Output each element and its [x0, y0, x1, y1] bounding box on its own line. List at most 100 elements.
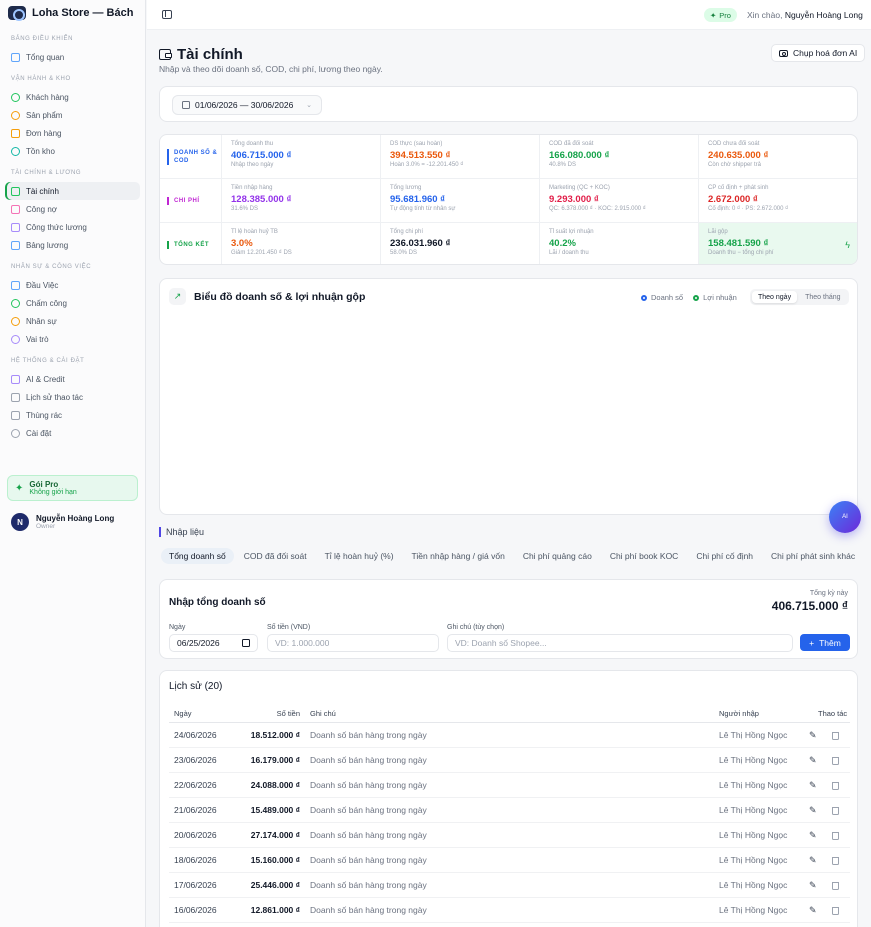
- toggle-by-month[interactable]: Theo tháng: [799, 291, 846, 303]
- summary-cell: Tổng doanh thu 406.715.000 ₫ Nhập theo ngà…: [222, 135, 381, 178]
- sidebar-item-tasks[interactable]: Đầu Việc: [5, 276, 140, 294]
- table-row: 20/06/2026 27.174.000 ₫ Doanh số bán hàn…: [169, 823, 850, 848]
- delete-icon[interactable]: [832, 832, 839, 840]
- summary-cell-value: 3.0%: [231, 238, 253, 249]
- sidebar-item-salary-formula[interactable]: Công thức lương: [5, 218, 140, 236]
- sidebar-item-products[interactable]: Sản phẩm: [5, 106, 140, 124]
- calendar-icon[interactable]: [242, 639, 250, 647]
- summary-cell-value: 9.293.000 ₫: [549, 194, 599, 205]
- edit-icon[interactable]: ✎: [809, 798, 817, 823]
- summary-row-label-text: Tổng kết: [167, 240, 209, 249]
- delete-icon[interactable]: [832, 807, 839, 815]
- sidebar-item-orders[interactable]: Đơn hàng: [5, 124, 140, 142]
- tab-other-cost[interactable]: Chi phí phát sinh khác: [763, 548, 863, 564]
- entry-tabs: Tổng doanh số COD đã đối soát Tỉ lệ hoàn…: [161, 548, 863, 564]
- brand[interactable]: Loha Store — Bách hóa ...: [0, 0, 145, 26]
- ai-assistant-fab[interactable]: AI: [829, 501, 861, 533]
- date-field[interactable]: 06/25/2026: [169, 634, 258, 652]
- summary-cell-value: 95.681.960 ₫: [390, 194, 446, 205]
- date-range-picker[interactable]: 01/06/2026 — 30/06/2026 ⌄: [172, 95, 322, 115]
- row-amount: 18.512.000 ₫: [250, 730, 300, 740]
- pro-plan-card[interactable]: ✦ Gói Pro Không giới hạn: [7, 475, 138, 501]
- tab-total-revenue[interactable]: Tổng doanh số: [161, 548, 234, 564]
- column-header-date: Ngày: [174, 709, 192, 718]
- legend-item-profit[interactable]: Lợi nhuận: [693, 293, 737, 302]
- calendar-icon: [182, 101, 190, 109]
- delete-icon[interactable]: [832, 882, 839, 890]
- sidebar-item-label: Đơn hàng: [26, 128, 62, 138]
- sidebar-item-overview[interactable]: Tổng quan: [5, 48, 140, 66]
- tab-fixed-cost[interactable]: Chi phí cố định: [688, 548, 761, 564]
- row-date: 23/06/2026: [174, 755, 217, 765]
- delete-icon[interactable]: [832, 782, 839, 790]
- edit-icon[interactable]: ✎: [809, 748, 817, 773]
- sidebar-item-label: Thùng rác: [26, 410, 63, 420]
- table-row: 16/06/2026 12.861.000 ₫ Doanh số bán hàn…: [169, 898, 850, 923]
- row-note: Doanh số bán hàng trong ngày: [310, 905, 427, 915]
- credit-card-icon: [11, 204, 20, 214]
- summary-cell: Marketing (QC + KOC) 9.293.000 ₫ QC: 6.378…: [540, 179, 699, 222]
- clock-icon: [11, 298, 20, 308]
- edit-icon[interactable]: ✎: [809, 898, 817, 923]
- row-user: Lê Thị Hồng Ngọc: [719, 855, 788, 865]
- nav-section-title: Bảng điều khiển: [11, 36, 74, 42]
- edit-icon[interactable]: ✎: [809, 773, 817, 798]
- page-subtitle: Nhập và theo dõi doanh số, COD, chi phí,…: [159, 64, 383, 74]
- summary-cell-note: Nhập theo ngày: [231, 162, 274, 168]
- sidebar-item-settings[interactable]: Cài đặt: [5, 424, 140, 442]
- sidebar-item-finance[interactable]: Tài chính: [5, 182, 140, 200]
- column-header-actions: Thao tác: [818, 709, 848, 718]
- user-card[interactable]: N Nguyễn Hoàng Long Owner: [11, 513, 114, 531]
- amount-input[interactable]: VD: 1.000.000: [267, 634, 439, 652]
- legend-item-revenue[interactable]: Doanh số: [641, 293, 683, 302]
- greeting-username: Nguyễn Hoàng Long: [784, 10, 863, 20]
- delete-icon[interactable]: [832, 907, 839, 915]
- tab-ads-cost[interactable]: Chi phí quảng cáo: [515, 548, 600, 564]
- tab-purchase-cost[interactable]: Tiền nhập hàng / giá vốn: [404, 548, 513, 564]
- summary-cell-label: Tổng chi phí: [390, 229, 424, 235]
- summary-cell-label: DS thực (sau hoàn): [390, 141, 443, 147]
- summary-cell-value: 166.080.000 ₫: [549, 150, 610, 161]
- sidebar-item-history[interactable]: Lịch sử thao tác: [5, 388, 140, 406]
- tab-cod-reconciled[interactable]: COD đã đối soát: [236, 548, 315, 564]
- period-total-value: 406.715.000 ₫: [771, 599, 848, 613]
- tab-koc-cost[interactable]: Chi phí book KOC: [602, 548, 687, 564]
- table-row: 17/06/2026 25.446.000 ₫ Doanh số bán hàn…: [169, 873, 850, 898]
- summary-cell-note: Giảm 12.201.450 ₫ DS: [231, 250, 292, 256]
- edit-icon[interactable]: ✎: [809, 848, 817, 873]
- sidebar-item-attendance[interactable]: Chấm công: [5, 294, 140, 312]
- sidebar-item-payroll[interactable]: Bảng lương: [5, 236, 140, 254]
- edit-icon[interactable]: ✎: [809, 873, 817, 898]
- shopping-bag-icon: [11, 128, 20, 138]
- delete-icon[interactable]: [832, 857, 839, 865]
- sidebar-item-label: Tổng quan: [26, 52, 65, 62]
- chart-card: ↗ Biểu đồ doanh số & lợi nhuận gộp Doanh…: [159, 278, 858, 515]
- summary-row-label: Doanh số & COD: [160, 135, 222, 178]
- sidebar-item-inventory[interactable]: Tồn kho: [5, 142, 140, 160]
- edit-icon[interactable]: ✎: [809, 723, 817, 748]
- edit-icon[interactable]: ✎: [809, 823, 817, 848]
- sidebar-item-customers[interactable]: Khách hàng: [5, 88, 140, 106]
- toggle-by-day[interactable]: Theo ngày: [752, 291, 798, 303]
- greeting: Xin chào, Nguyễn Hoàng Long: [747, 10, 863, 20]
- sidebar-item-debts[interactable]: Công nợ: [5, 200, 140, 218]
- sidebar-item-trash[interactable]: Thùng rác: [5, 406, 140, 424]
- sparkle-icon: ✦: [710, 10, 717, 20]
- note-input[interactable]: VD: Doanh số Shopee...: [447, 634, 793, 652]
- delete-icon[interactable]: [832, 757, 839, 765]
- sidebar-toggle-icon[interactable]: [162, 10, 172, 19]
- row-user: Lê Thị Hồng Ngọc: [719, 905, 788, 915]
- warehouse-icon: [11, 146, 20, 156]
- sidebar-item-ai-credit[interactable]: AI & Credit: [5, 370, 140, 388]
- tab-refund-rate[interactable]: Tỉ lệ hoàn huỷ (%): [317, 548, 402, 564]
- bolt-icon: ϟ: [845, 240, 850, 250]
- pro-badge-label: Pro: [719, 10, 731, 20]
- delete-icon[interactable]: [832, 732, 839, 740]
- sidebar-item-roles[interactable]: Vai trò: [5, 330, 140, 348]
- row-user: Lê Thị Hồng Ngọc: [719, 730, 788, 740]
- row-amount: 24.088.000 ₫: [250, 780, 300, 790]
- sidebar-item-label: Cài đặt: [26, 428, 52, 438]
- add-button[interactable]: + Thêm: [800, 634, 850, 651]
- ai-invoice-button[interactable]: Chụp hoá đơn AI: [771, 44, 866, 62]
- sidebar-item-staff[interactable]: Nhân sự: [5, 312, 140, 330]
